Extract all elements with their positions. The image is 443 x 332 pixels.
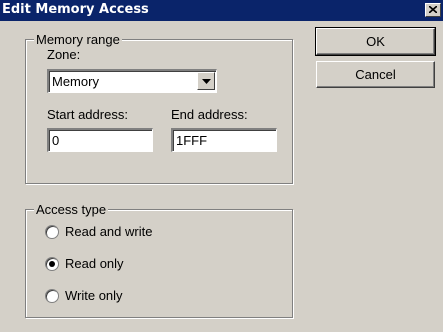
start-address-input[interactable]: 0 [47,128,153,152]
memory-range-group: Memory range Zone: Memory Start address:… [25,32,293,184]
window-title: Edit Memory Access [2,2,149,17]
zone-select[interactable]: Memory [47,69,217,93]
dialog-body: Memory range Zone: Memory Start address:… [0,21,443,332]
end-address-label: End address: [171,107,248,122]
zone-dropdown-button[interactable] [197,72,215,90]
radio-selected-dot [49,261,55,267]
memory-range-legend: Memory range [34,32,122,47]
radio-read-and-write-circle[interactable] [45,225,59,239]
radio-read-and-write-label: Read and write [65,224,153,239]
radio-read-only-circle[interactable] [45,257,59,271]
start-address-value: 0 [52,133,60,148]
zone-select-value: Memory [52,74,99,89]
zone-label: Zone: [47,47,81,62]
radio-write-only-circle[interactable] [45,289,59,303]
access-type-legend: Access type [34,202,109,217]
chevron-down-icon [202,79,211,84]
radio-write-only-label: Write only [65,288,123,303]
close-button[interactable] [425,3,441,17]
access-type-group: Access type Read and write Read only Wri… [25,202,293,318]
cancel-button[interactable]: Cancel [316,61,435,88]
ok-button[interactable]: OK [315,27,436,56]
radio-read-only-label: Read only [65,256,124,271]
start-address-label: Start address: [47,107,128,122]
end-address-input[interactable]: 1FFF [171,128,277,152]
close-icon [429,6,437,13]
end-address-value: 1FFF [176,133,208,148]
title-bar[interactable]: Edit Memory Access [0,0,443,21]
